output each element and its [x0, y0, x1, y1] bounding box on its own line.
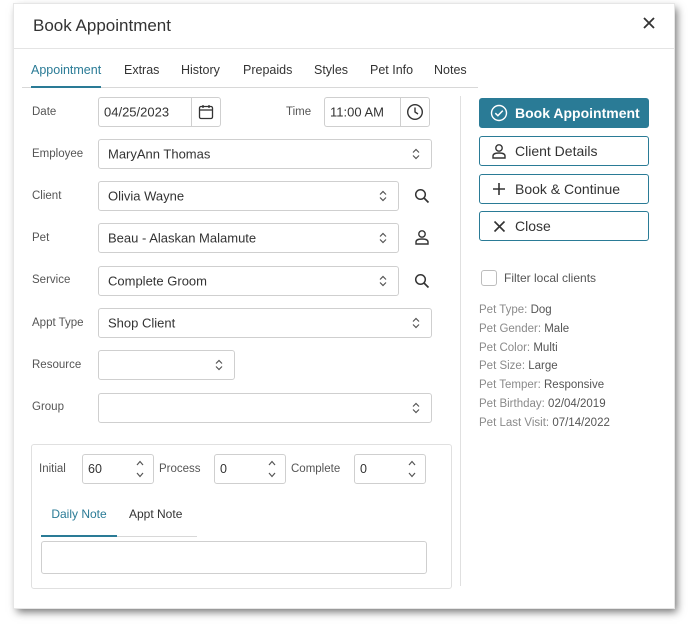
chevron-updown-icon	[412, 317, 420, 329]
column-divider	[460, 96, 461, 586]
client-details-label: Client Details	[515, 143, 598, 159]
chevron-updown-icon	[412, 148, 420, 160]
employee-select[interactable]: MaryAnn Thomas	[98, 139, 432, 169]
pet-select[interactable]: Beau - Alaskan Malamute	[98, 223, 399, 253]
employee-label: Employee	[32, 148, 84, 160]
pet-value: Beau - Alaskan Malamute	[108, 230, 257, 246]
pet-info-size: Pet Size: Large	[479, 360, 558, 372]
tab-bar: Appointment Extras History Prepaids Styl…	[22, 62, 478, 88]
resource-label: Resource	[32, 359, 82, 371]
date-value: 04/25/2023	[104, 104, 170, 120]
increment-icon[interactable]	[268, 460, 276, 466]
decrement-icon[interactable]	[136, 472, 144, 478]
pet-info-gender: Pet Gender: Male	[479, 323, 570, 335]
appt-type-value: Shop Client	[108, 315, 176, 331]
process-label: Process	[159, 463, 201, 475]
service-label: Service	[32, 274, 71, 286]
decrement-icon[interactable]	[268, 472, 276, 478]
increment-icon[interactable]	[408, 460, 416, 466]
book-appointment-dialog: Book Appointment Appointment Extras Hist…	[14, 4, 674, 608]
filter-local-clients-checkbox[interactable]	[481, 270, 497, 286]
group-label: Group	[32, 401, 64, 413]
pet-info-temper: Pet Temper: Responsive	[479, 379, 605, 391]
client-details-button[interactable]: Client Details	[479, 136, 649, 166]
calendar-icon[interactable]	[191, 97, 221, 127]
time-input[interactable]: 11:00 AM	[324, 97, 401, 127]
clock-icon[interactable]	[400, 97, 430, 127]
dialog-title: Book Appointment	[33, 16, 171, 35]
client-label: Client	[32, 190, 62, 202]
appt-type-label: Appt Type	[32, 317, 84, 329]
employee-value: MaryAnn Thomas	[108, 146, 211, 162]
complete-label: Complete	[291, 463, 341, 475]
close-icon	[490, 217, 508, 235]
close-icon[interactable]	[642, 16, 656, 30]
tab-appointment[interactable]: Appointment	[31, 62, 102, 88]
pet-info-birthday: Pet Birthday: 02/04/2019	[479, 398, 606, 410]
client-value: Olivia Wayne	[108, 188, 185, 204]
durations-panel: Initial 60 Process 0 Complete 0 Daily No…	[31, 444, 452, 589]
note-tab-bar: Daily Note Appt Note	[41, 505, 197, 537]
complete-stepper[interactable]: 0	[354, 454, 426, 484]
pet-info-type: Pet Type: Dog	[479, 304, 552, 316]
check-circle-icon	[490, 104, 508, 122]
service-value: Complete Groom	[108, 273, 207, 289]
complete-value: 0	[360, 462, 367, 476]
close-button[interactable]: Close	[479, 211, 649, 241]
initial-stepper[interactable]: 60	[82, 454, 154, 484]
process-stepper[interactable]: 0	[214, 454, 286, 484]
book-appointment-button[interactable]: Book Appointment	[479, 98, 649, 128]
note-textarea[interactable]	[41, 541, 427, 574]
date-input[interactable]: 04/25/2023	[98, 97, 192, 127]
tab-styles[interactable]: Styles	[314, 62, 348, 88]
pet-info-color: Pet Color: Multi	[479, 342, 558, 354]
group-select[interactable]	[98, 393, 432, 423]
resource-select[interactable]	[98, 350, 235, 380]
service-search-icon[interactable]	[412, 271, 432, 291]
chevron-updown-icon	[412, 402, 420, 414]
tab-history[interactable]: History	[181, 62, 220, 88]
chevron-updown-icon	[379, 275, 387, 287]
appt-type-select[interactable]: Shop Client	[98, 308, 432, 338]
plus-icon	[490, 180, 508, 198]
process-value: 0	[220, 462, 227, 476]
service-select[interactable]: Complete Groom	[98, 266, 399, 296]
initial-value: 60	[88, 462, 102, 476]
pet-person-icon[interactable]	[412, 227, 432, 247]
book-appointment-label: Book Appointment	[515, 105, 640, 121]
filter-local-clients-label: Filter local clients	[504, 271, 597, 285]
chevron-updown-icon	[215, 359, 223, 371]
book-continue-button[interactable]: Book & Continue	[479, 174, 649, 204]
tab-notes[interactable]: Notes	[434, 62, 467, 88]
client-select[interactable]: Olivia Wayne	[98, 181, 399, 211]
time-label: Time	[286, 106, 312, 118]
tab-daily-note[interactable]: Daily Note	[41, 505, 117, 537]
increment-icon[interactable]	[136, 460, 144, 466]
initial-label: Initial	[39, 463, 66, 475]
person-icon	[490, 142, 508, 160]
tab-extras[interactable]: Extras	[124, 62, 159, 88]
tab-appt-note[interactable]: Appt Note	[129, 505, 182, 537]
pet-label: Pet	[32, 232, 50, 244]
tab-prepaids[interactable]: Prepaids	[243, 62, 292, 88]
client-search-icon[interactable]	[412, 186, 432, 206]
decrement-icon[interactable]	[408, 472, 416, 478]
time-value: 11:00 AM	[330, 104, 384, 120]
header-divider	[14, 48, 674, 49]
chevron-updown-icon	[379, 232, 387, 244]
book-continue-label: Book & Continue	[515, 181, 621, 197]
tab-pet-info[interactable]: Pet Info	[370, 62, 413, 88]
date-label: Date	[32, 106, 57, 118]
chevron-updown-icon	[379, 190, 387, 202]
pet-info-last-visit: Pet Last Visit: 07/14/2022	[479, 417, 610, 429]
close-label: Close	[515, 218, 551, 234]
